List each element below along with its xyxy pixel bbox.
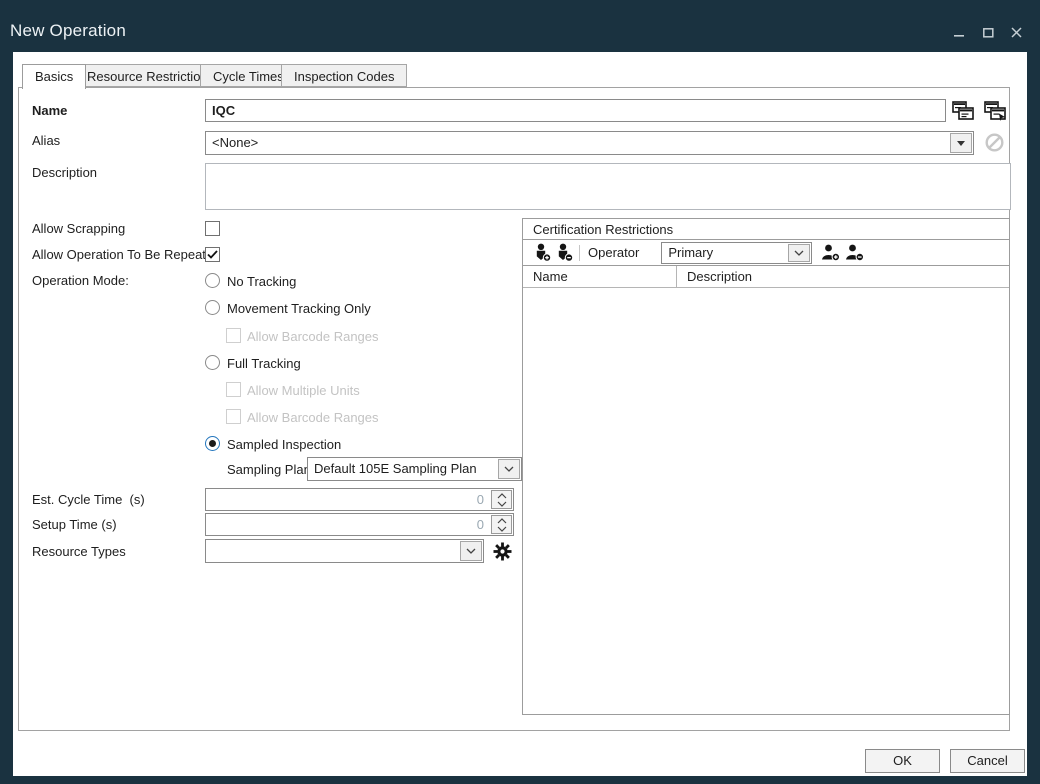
blocked-icon bbox=[985, 133, 1004, 152]
close-button[interactable] bbox=[1004, 22, 1028, 42]
operation-mode-label: Operation Mode: bbox=[32, 273, 129, 288]
dropdown-chevron-icon bbox=[466, 548, 476, 554]
operator-remove-icon bbox=[845, 244, 864, 261]
copy-text-icon bbox=[952, 101, 974, 121]
checkmark-icon bbox=[207, 250, 218, 259]
movement-allow-barcode-ranges-checkbox-disabled bbox=[226, 328, 241, 343]
copy-name-button[interactable] bbox=[951, 100, 974, 121]
remove-certification-button[interactable] bbox=[553, 243, 575, 263]
add-operator-button[interactable] bbox=[818, 243, 842, 263]
resource-types-settings-button[interactable] bbox=[492, 541, 513, 562]
est-cycle-time-label: Est. Cycle Time (s) bbox=[32, 492, 145, 507]
alias-clear-button-disabled bbox=[984, 132, 1004, 152]
spinner-icon bbox=[497, 518, 507, 532]
gear-icon bbox=[493, 542, 512, 561]
sampling-plan-combobox[interactable]: Default 105E Sampling Plan bbox=[307, 457, 522, 481]
sampling-plan-value: Default 105E Sampling Plan bbox=[308, 459, 497, 479]
radio-no-tracking[interactable] bbox=[205, 273, 220, 288]
tab-cycle-times-label: Cycle Times bbox=[213, 69, 284, 84]
setup-time-label: Setup Time (s) bbox=[32, 517, 117, 532]
resource-types-dropdown-button[interactable] bbox=[460, 541, 482, 561]
dropdown-chevron-icon bbox=[794, 250, 804, 256]
certification-remove-icon bbox=[556, 243, 573, 262]
radio-full-tracking-label: Full Tracking bbox=[227, 356, 301, 371]
operator-label: Operator bbox=[588, 245, 639, 260]
setup-time-spinner[interactable] bbox=[491, 515, 512, 534]
minimize-icon bbox=[954, 27, 965, 38]
radio-dot bbox=[209, 440, 216, 447]
allow-scrapping-label: Allow Scrapping bbox=[32, 221, 125, 236]
full-allow-barcode-ranges-checkbox-disabled bbox=[226, 409, 241, 424]
remove-operator-button[interactable] bbox=[842, 243, 866, 263]
alias-label: Alias bbox=[32, 133, 60, 148]
window-title: New Operation bbox=[10, 21, 126, 41]
cancel-button[interactable]: Cancel bbox=[950, 749, 1025, 773]
spinner-icon bbox=[497, 493, 507, 507]
new-operation-dialog: New Operation Basics Resource Restrictio… bbox=[0, 0, 1040, 784]
radio-no-tracking-label: No Tracking bbox=[227, 274, 296, 289]
tab-basics[interactable]: Basics bbox=[22, 64, 86, 89]
certification-add-icon bbox=[534, 243, 551, 262]
alias-dropdown-button[interactable] bbox=[950, 133, 972, 153]
tab-inspection-codes-label: Inspection Codes bbox=[294, 69, 394, 84]
operator-add-icon bbox=[821, 244, 840, 261]
allow-scrapping-checkbox[interactable] bbox=[205, 221, 220, 236]
copy-text-edit-icon bbox=[984, 101, 1006, 121]
sampling-plan-label: Sampling Plan: bbox=[227, 462, 314, 477]
est-cycle-time-spinner[interactable] bbox=[491, 490, 512, 509]
operator-combobox[interactable]: Primary bbox=[661, 242, 812, 264]
tab-resource-restrictions-label: Resource Restrictions bbox=[87, 69, 214, 84]
column-header-name[interactable]: Name bbox=[523, 266, 676, 287]
name-label: Name bbox=[32, 103, 67, 118]
est-cycle-time-value: 0 bbox=[206, 489, 490, 510]
minimize-button[interactable] bbox=[947, 22, 971, 42]
full-allow-barcode-ranges-label: Allow Barcode Ranges bbox=[247, 410, 379, 425]
dropdown-chevron-icon bbox=[504, 466, 514, 472]
copy-name-all-languages-button[interactable] bbox=[983, 100, 1006, 121]
alias-combobox[interactable]: <None> bbox=[205, 131, 974, 155]
tab-basics-label: Basics bbox=[35, 69, 73, 84]
full-allow-multiple-units-label: Allow Multiple Units bbox=[247, 383, 360, 398]
allow-repeat-label: Allow Operation To Be Repeated bbox=[32, 247, 220, 262]
add-certification-button[interactable] bbox=[531, 243, 553, 263]
resource-types-combobox[interactable] bbox=[205, 539, 484, 563]
est-cycle-time-input[interactable]: 0 bbox=[205, 488, 514, 511]
full-allow-multiple-units-checkbox-disabled bbox=[226, 382, 241, 397]
alias-value: <None> bbox=[206, 133, 949, 153]
certification-table-header: Name Description bbox=[523, 266, 1009, 288]
description-textarea[interactable] bbox=[205, 163, 1011, 210]
resource-types-label: Resource Types bbox=[32, 544, 126, 559]
radio-movement-tracking[interactable] bbox=[205, 300, 220, 315]
operator-value: Primary bbox=[662, 243, 787, 263]
toolbar-separator bbox=[579, 245, 580, 261]
radio-sampled-inspection[interactable] bbox=[205, 436, 220, 451]
certification-toolbar: Operator Primary bbox=[523, 240, 1009, 266]
setup-time-value: 0 bbox=[206, 514, 490, 535]
operator-dropdown-button[interactable] bbox=[788, 244, 810, 262]
ok-button[interactable]: OK bbox=[865, 749, 940, 773]
name-input[interactable]: IQC bbox=[205, 99, 946, 122]
radio-movement-tracking-label: Movement Tracking Only bbox=[227, 301, 371, 316]
column-header-description[interactable]: Description bbox=[676, 266, 1009, 287]
movement-allow-barcode-ranges-label: Allow Barcode Ranges bbox=[247, 329, 379, 344]
certification-table-body[interactable] bbox=[523, 288, 1009, 714]
maximize-button[interactable] bbox=[976, 22, 1000, 42]
description-label: Description bbox=[32, 165, 97, 180]
close-icon bbox=[1011, 27, 1022, 38]
maximize-icon bbox=[983, 27, 994, 38]
sampling-plan-dropdown-button[interactable] bbox=[498, 459, 520, 479]
radio-full-tracking[interactable] bbox=[205, 355, 220, 370]
allow-repeat-checkbox[interactable] bbox=[205, 247, 220, 262]
tab-inspection-codes[interactable]: Inspection Codes bbox=[281, 64, 407, 87]
radio-sampled-inspection-label: Sampled Inspection bbox=[227, 437, 341, 452]
setup-time-input[interactable]: 0 bbox=[205, 513, 514, 536]
dropdown-triangle-icon bbox=[957, 141, 965, 146]
certification-restrictions-panel: Certification Restrictions Ope bbox=[522, 218, 1010, 715]
certification-panel-title: Certification Restrictions bbox=[523, 219, 1009, 240]
